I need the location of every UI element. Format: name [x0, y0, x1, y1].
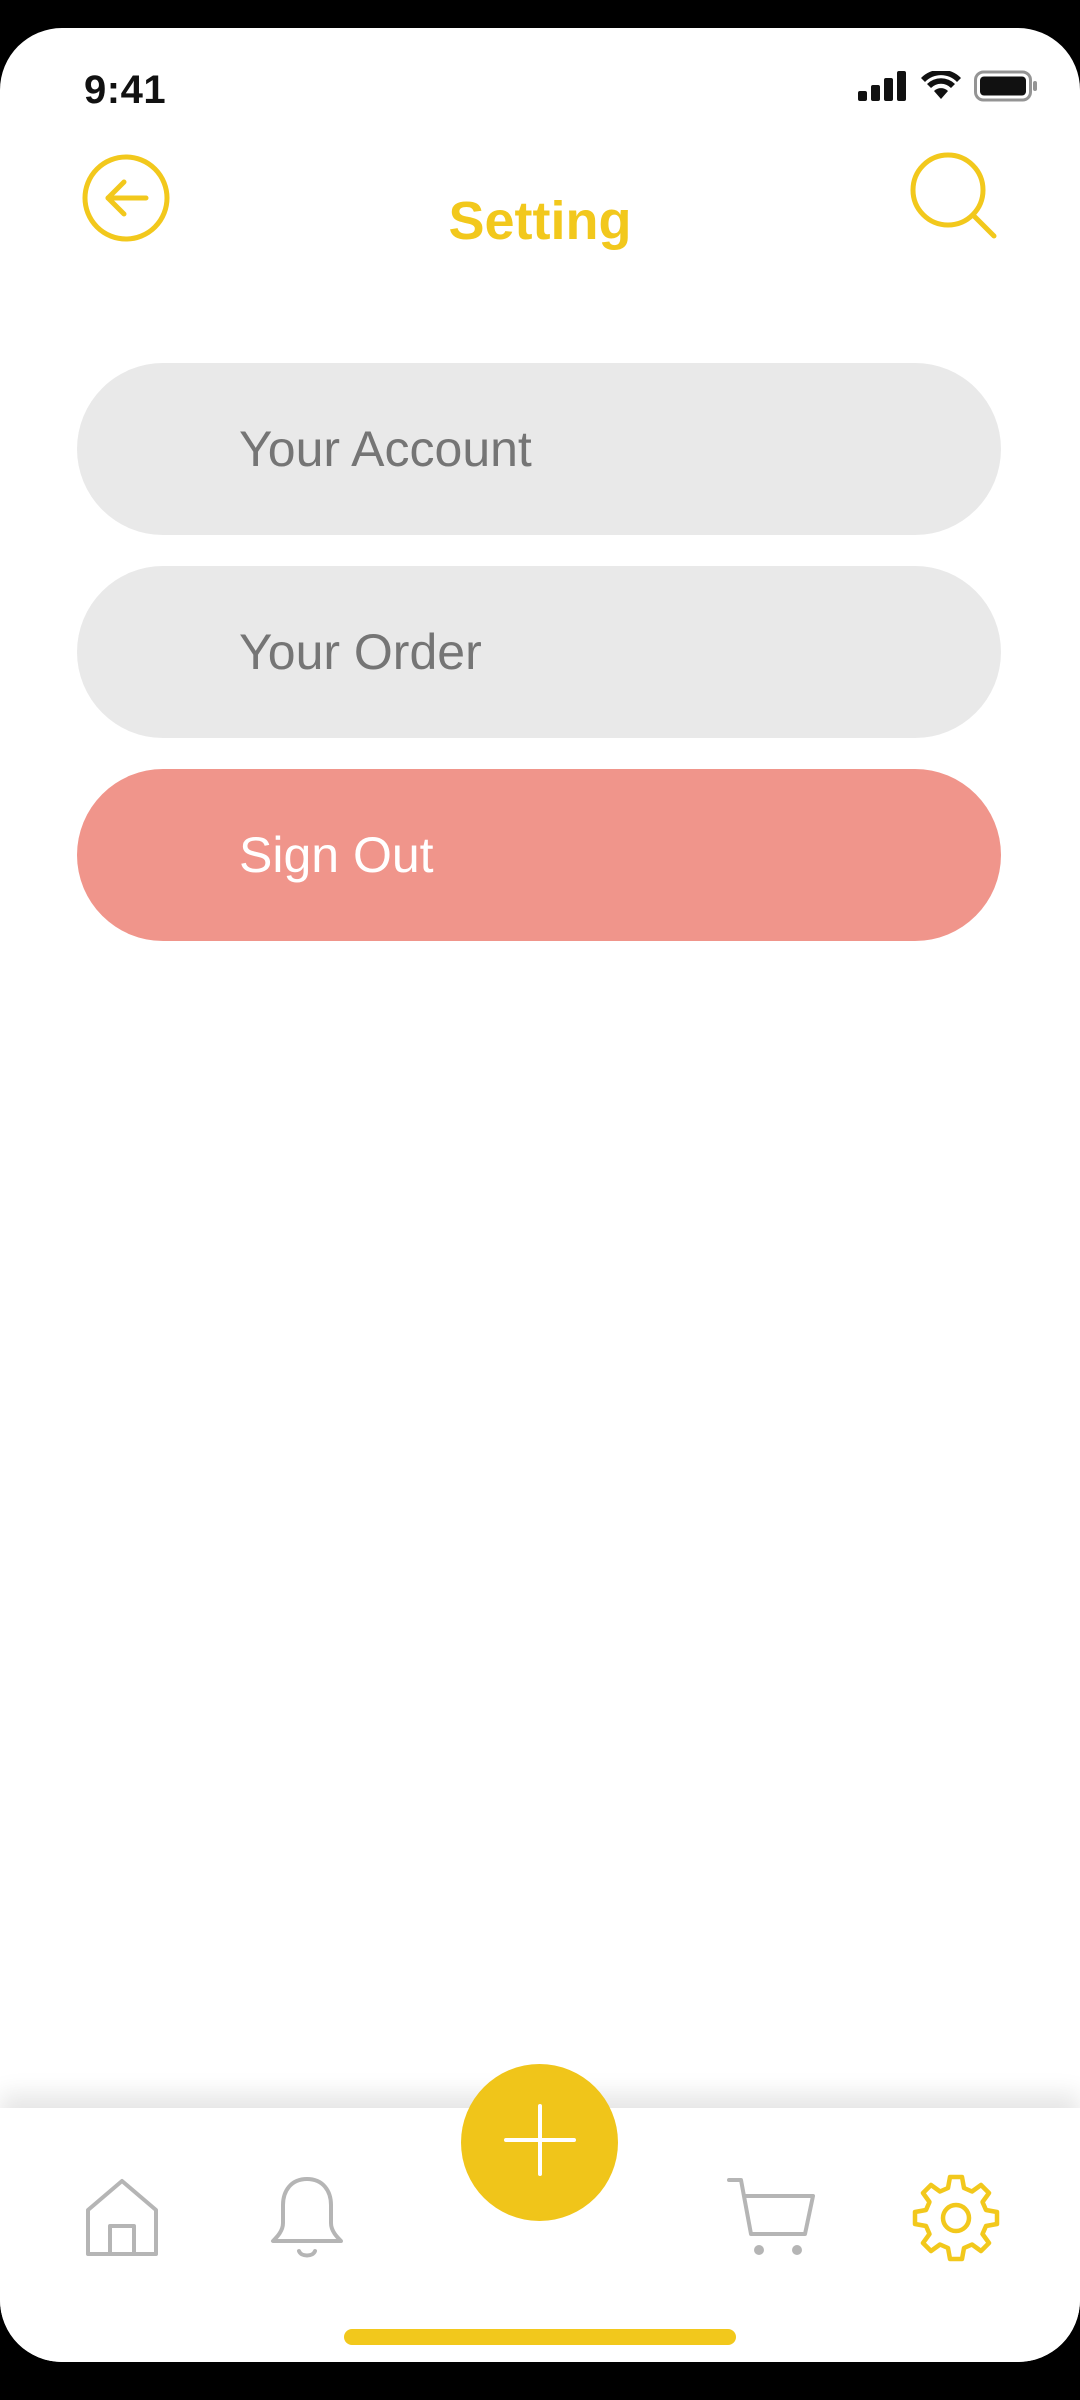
nav-home[interactable]: [72, 2170, 172, 2270]
home-icon: [82, 2176, 162, 2265]
menu-item-label: Your Account: [239, 421, 532, 477]
your-order-button[interactable]: Your Order: [77, 566, 1001, 738]
status-time: 9:41: [84, 68, 167, 112]
gear-icon: [911, 2173, 1001, 2268]
add-button[interactable]: [461, 2064, 618, 2221]
plus-icon: [500, 2100, 580, 2185]
settings-menu: Your Account Your Order Sign Out: [77, 363, 1001, 972]
nav-settings[interactable]: [906, 2170, 1006, 2270]
home-indicator[interactable]: [344, 2329, 736, 2345]
cart-icon: [727, 2176, 817, 2265]
bell-icon: [269, 2175, 345, 2266]
nav-notifications[interactable]: [257, 2170, 357, 2270]
wifi-icon: [920, 69, 962, 106]
battery-icon: [974, 70, 1038, 107]
your-account-button[interactable]: Your Account: [77, 363, 1001, 535]
settings-screen: 9:41 Setting Your Account Your Order Sig…: [0, 28, 1080, 2362]
menu-item-label: Sign Out: [239, 827, 434, 883]
sign-out-button[interactable]: Sign Out: [77, 769, 1001, 941]
menu-item-label: Your Order: [239, 624, 482, 680]
search-button[interactable]: [906, 150, 1002, 246]
nav-cart[interactable]: [722, 2170, 822, 2270]
signal-icon: [858, 71, 908, 106]
search-icon: [906, 148, 1002, 249]
status-icons: [858, 69, 1038, 107]
